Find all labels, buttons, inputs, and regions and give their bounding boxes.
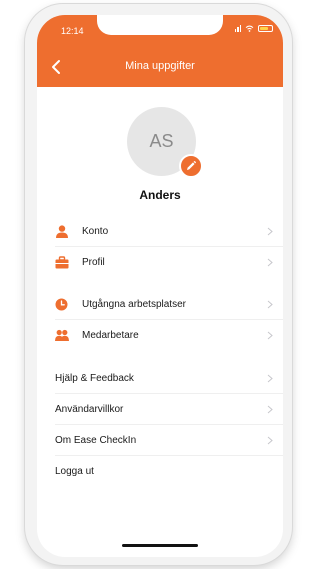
- wifi-icon: [245, 25, 254, 32]
- menu-item-utgangna-arbetsplatser[interactable]: Utgångna arbetsplatser: [37, 289, 283, 320]
- menu-item-konto[interactable]: Konto: [37, 216, 283, 247]
- status-icons: [234, 25, 273, 32]
- phone-screen: 12:14 Mina uppgifter AS Anders Konto Pro…: [37, 15, 283, 557]
- status-bar: 12:14: [37, 15, 283, 47]
- menu-item-label: Medarbetare: [82, 330, 139, 341]
- nav-bar: Mina uppgifter: [37, 47, 283, 87]
- user-name: Anders: [139, 188, 181, 202]
- page-title: Mina uppgifter: [125, 60, 195, 72]
- chevron-right-icon: [267, 374, 273, 383]
- menu-item-medarbetare[interactable]: Medarbetare: [37, 320, 283, 351]
- status-time: 12:14: [61, 26, 84, 36]
- phone-notch: [97, 15, 223, 35]
- logout-button[interactable]: Logga ut: [37, 456, 283, 487]
- chevron-right-icon: [267, 227, 273, 236]
- chevron-right-icon: [267, 300, 273, 309]
- person-icon: [56, 225, 68, 238]
- menu-item-label: Hjälp & Feedback: [55, 373, 134, 384]
- menu-item-hjalp-feedback[interactable]: Hjälp & Feedback: [37, 363, 283, 394]
- people-icon: [55, 329, 69, 341]
- menu-item-om-ease-checkin[interactable]: Om Ease CheckIn: [37, 425, 283, 456]
- signal-icon: [234, 25, 241, 32]
- chevron-right-icon: [267, 258, 273, 267]
- avatar-initials: AS: [149, 131, 174, 151]
- menu-item-profil[interactable]: Profil: [37, 247, 283, 278]
- menu-item-label: Konto: [82, 226, 109, 237]
- menu-item-label: Utgångna arbetsplatser: [82, 299, 186, 310]
- battery-icon: [258, 25, 273, 32]
- menu-item-label: Om Ease CheckIn: [55, 435, 137, 446]
- home-indicator: [122, 544, 198, 547]
- menu-item-label: Logga ut: [55, 466, 94, 477]
- briefcase-icon: [55, 256, 69, 269]
- clock-icon: [55, 298, 68, 311]
- menu-item-anvandarvillkor[interactable]: Användarvillkor: [37, 394, 283, 425]
- chevron-right-icon: [267, 405, 273, 414]
- chevron-right-icon: [267, 436, 273, 445]
- chevron-right-icon: [267, 331, 273, 340]
- menu-item-label: Användarvillkor: [55, 404, 124, 415]
- edit-avatar-button[interactable]: [179, 154, 203, 178]
- pencil-icon: [187, 161, 196, 170]
- menu-item-label: Profil: [82, 257, 105, 268]
